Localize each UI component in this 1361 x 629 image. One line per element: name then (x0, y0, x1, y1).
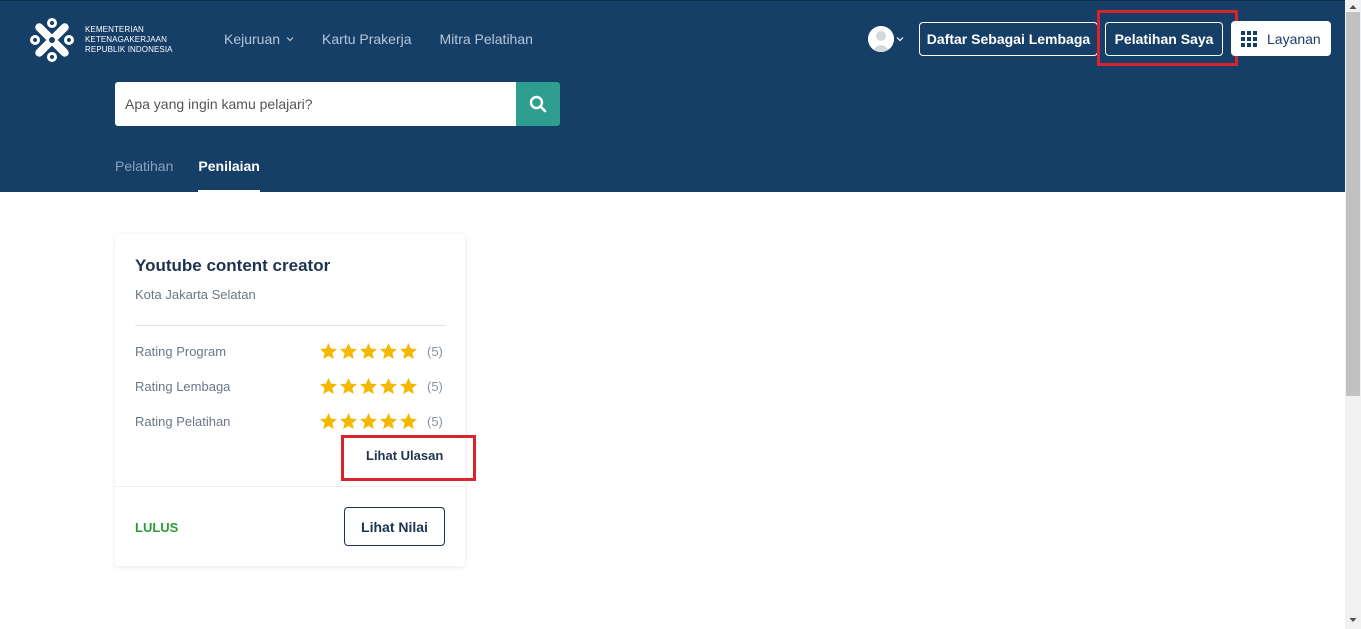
search-input[interactable] (115, 82, 516, 126)
ministry-logo-icon (30, 18, 74, 62)
training-card: Youtube content creator Kota Jakarta Sel… (115, 234, 465, 566)
rating-count: (5) (427, 413, 443, 429)
star-icon (380, 412, 397, 429)
star-rating (319, 342, 418, 361)
logo-line: REPUBLIK INDONESIA (85, 45, 173, 54)
rating-count: (5) (427, 378, 443, 394)
star-icon (320, 412, 337, 429)
nav-kejuruan[interactable]: Kejuruan (224, 30, 294, 48)
nav-kartu-prakerja[interactable]: Kartu Prakerja (322, 30, 411, 48)
star-icon (380, 342, 397, 359)
services-label: Layanan (1267, 30, 1321, 47)
scroll-down-icon[interactable] (1349, 616, 1357, 624)
logo-line: KETENAGAKERJAAN (85, 35, 167, 44)
logo-line: KEMENTERIAN (85, 25, 144, 34)
scrollbar[interactable] (1345, 0, 1361, 629)
star-icon (340, 377, 357, 394)
star-icon (340, 412, 357, 429)
view-grade-button[interactable]: Lihat Nilai (344, 507, 445, 546)
avatar (868, 26, 894, 52)
tabs: Pelatihan Penilaian (115, 158, 260, 192)
chevron-down-icon (896, 37, 904, 42)
star-icon (400, 342, 417, 359)
tab-penilaian[interactable]: Penilaian (198, 158, 260, 192)
nav-label: Kejuruan (224, 31, 281, 47)
card-location: Kota Jakarta Selatan (135, 287, 256, 302)
tab-pelatihan[interactable]: Pelatihan (115, 158, 173, 192)
rating-row-lembaga: Rating Lembaga (5) (135, 375, 446, 397)
star-rating (319, 412, 418, 431)
search-icon (529, 95, 547, 113)
chevron-down-icon (286, 37, 294, 42)
search-bar (115, 82, 560, 126)
rating-label: Rating Lembaga (135, 378, 231, 394)
divider (115, 486, 465, 487)
nav-label: Mitra Pelatihan (439, 31, 533, 47)
logo-text: KEMENTERIAN KETENAGAKERJAAN REPUBLIK IND… (85, 25, 173, 55)
scroll-up-icon[interactable] (1349, 3, 1357, 11)
card-title: Youtube content creator (135, 256, 331, 275)
services-button[interactable]: Layanan (1231, 21, 1331, 56)
star-icon (320, 377, 337, 394)
scroll-thumb[interactable] (1346, 12, 1360, 396)
register-institution-button[interactable]: Daftar Sebagai Lembaga (919, 22, 1098, 56)
star-icon (360, 342, 377, 359)
divider (135, 325, 446, 326)
star-icon (360, 412, 377, 429)
logo[interactable]: KEMENTERIAN KETENAGAKERJAAN REPUBLIK IND… (25, 13, 173, 67)
search-button[interactable] (516, 82, 560, 126)
rating-count: (5) (427, 343, 443, 359)
main-nav: Kejuruan Kartu Prakerja Mitra Pelatihan (224, 30, 533, 48)
user-icon (868, 26, 894, 52)
user-menu[interactable] (868, 26, 904, 52)
star-icon (320, 342, 337, 359)
nav-mitra-pelatihan[interactable]: Mitra Pelatihan (440, 30, 533, 48)
rating-row-pelatihan: Rating Pelatihan (5) (135, 410, 446, 432)
rating-label: Rating Program (135, 343, 227, 359)
star-icon (340, 342, 357, 359)
top-header: KEMENTERIAN KETENAGAKERJAAN REPUBLIK IND… (0, 0, 1345, 192)
grid-icon (1241, 30, 1257, 47)
nav-label: Kartu Prakerja (322, 31, 412, 47)
star-rating (319, 377, 418, 396)
rating-row-program: Rating Program (5) (135, 340, 446, 362)
my-training-button[interactable]: Pelatihan Saya (1105, 22, 1223, 56)
star-icon (400, 412, 417, 429)
rating-label: Rating Pelatihan (135, 413, 231, 429)
star-icon (400, 377, 417, 394)
star-icon (360, 377, 377, 394)
view-reviews-link[interactable]: Lihat Ulasan (366, 448, 443, 463)
status-badge: LULUS (135, 520, 179, 535)
star-icon (380, 377, 397, 394)
